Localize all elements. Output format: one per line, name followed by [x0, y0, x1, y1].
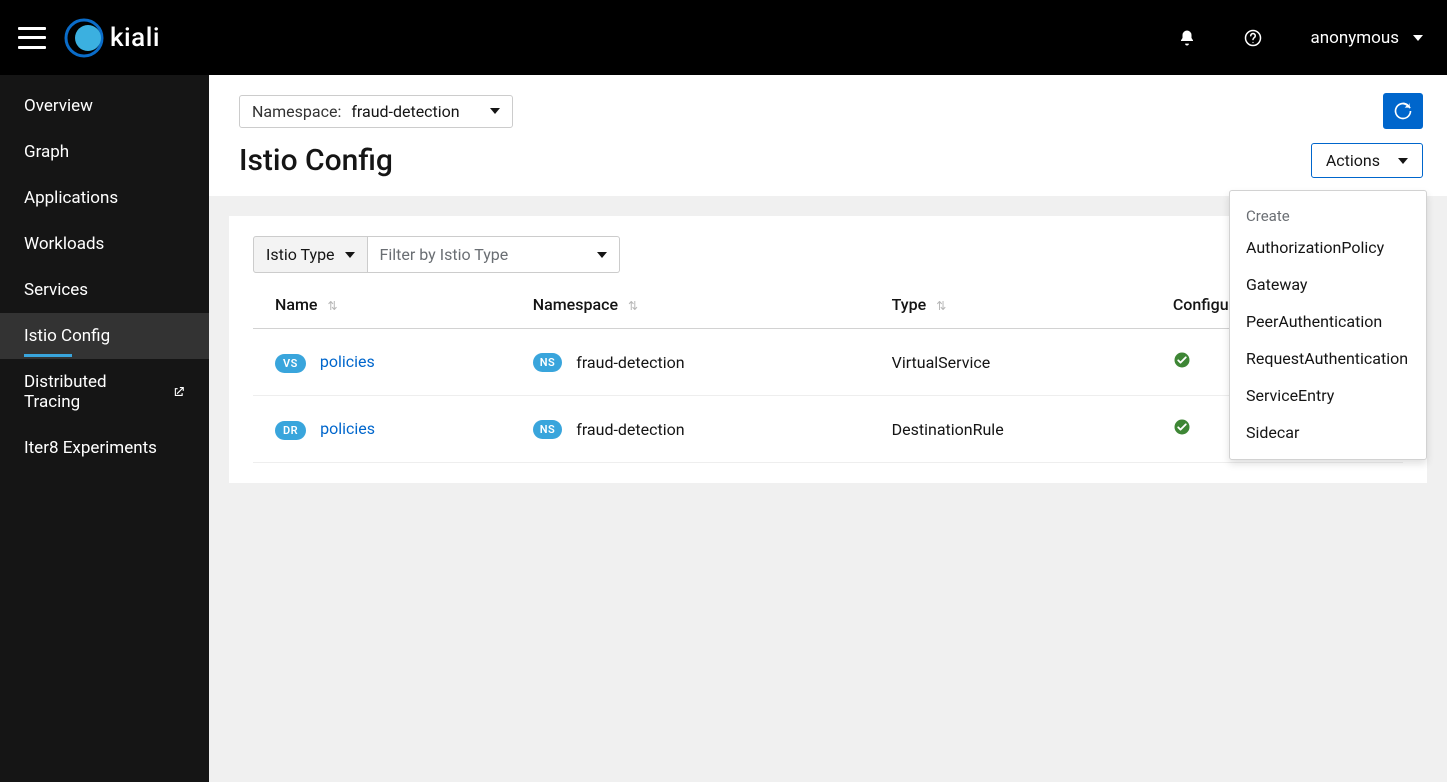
namespace-value: fraud-detection [576, 353, 684, 372]
sidebar-item-overview[interactable]: Overview [0, 83, 209, 129]
user-menu[interactable]: anonymous [1310, 28, 1423, 48]
action-create-serviceentry[interactable]: ServiceEntry [1230, 377, 1426, 414]
actions-button[interactable]: Actions [1311, 143, 1423, 178]
external-link-icon [172, 385, 186, 399]
config-name-link[interactable]: policies [320, 352, 375, 371]
brand-name: kiali [110, 23, 160, 53]
sidebar-item-workloads[interactable]: Workloads [0, 221, 209, 267]
sidebar-item-label: Distributed Tracing [24, 372, 162, 412]
actions-dropdown: Create AuthorizationPolicy Gateway PeerA… [1229, 190, 1427, 460]
sidebar-item-istio-config[interactable]: Istio Config [0, 313, 209, 359]
sidebar-item-label: Graph [24, 142, 69, 162]
actions-button-label: Actions [1326, 151, 1380, 170]
caret-down-icon [1413, 35, 1423, 41]
action-create-gateway[interactable]: Gateway [1230, 266, 1426, 303]
config-name-link[interactable]: policies [320, 419, 375, 438]
column-header-label: Type [892, 295, 927, 314]
page-header: Namespace: fraud-detection Istio Config … [209, 75, 1447, 196]
column-header-label: Namespace [533, 295, 618, 314]
main-content: Namespace: fraud-detection Istio Config … [209, 75, 1447, 782]
filter-label-text: Istio Type [266, 245, 335, 264]
sidebar-item-distributed-tracing[interactable]: Distributed Tracing [0, 359, 209, 425]
caret-down-icon [597, 252, 607, 258]
refresh-icon [1393, 101, 1413, 121]
column-header-namespace[interactable]: Namespace ⇅ [511, 281, 870, 329]
namespace-badge: NS [533, 353, 563, 372]
namespace-selector-value: fraud-detection [351, 102, 459, 121]
help-icon[interactable] [1244, 29, 1262, 47]
action-create-sidecar[interactable]: Sidecar [1230, 414, 1426, 451]
notifications-icon[interactable] [1178, 29, 1196, 47]
column-header-type[interactable]: Type ⇅ [870, 281, 1151, 329]
column-header-label: Name [275, 295, 317, 314]
topbar: kiali anonymous [0, 0, 1447, 75]
namespace-selector-label: Namespace: [252, 102, 341, 121]
sidebar-item-services[interactable]: Services [0, 267, 209, 313]
type-badge: VS [275, 354, 306, 373]
filter-placeholder: Filter by Istio Type [380, 245, 509, 264]
type-value: VirtualService [892, 353, 991, 372]
sidebar-item-iter8[interactable]: Iter8 Experiments [0, 425, 209, 471]
filter-type-label[interactable]: Istio Type [253, 236, 368, 273]
sidebar: Overview Graph Applications Workloads Se… [0, 75, 209, 782]
action-create-peerauthentication[interactable]: PeerAuthentication [1230, 303, 1426, 340]
caret-down-icon [345, 252, 355, 258]
brand-logo[interactable]: kiali [64, 18, 160, 58]
action-create-authorizationpolicy[interactable]: AuthorizationPolicy [1230, 229, 1426, 266]
sidebar-item-graph[interactable]: Graph [0, 129, 209, 175]
kiali-logo-icon [64, 18, 104, 58]
check-circle-icon [1173, 418, 1191, 436]
sidebar-item-applications[interactable]: Applications [0, 175, 209, 221]
sidebar-item-label: Iter8 Experiments [24, 438, 157, 458]
filter-value-select[interactable]: Filter by Istio Type [368, 236, 620, 273]
sort-icon: ⇅ [936, 299, 946, 313]
namespace-selector[interactable]: Namespace: fraud-detection [239, 95, 513, 128]
column-header-name[interactable]: Name ⇅ [253, 281, 511, 329]
caret-down-icon [1398, 158, 1408, 164]
sidebar-item-label: Istio Config [24, 326, 110, 346]
sidebar-item-label: Workloads [24, 234, 104, 254]
sort-icon: ⇅ [628, 299, 638, 313]
sidebar-item-label: Overview [24, 96, 93, 116]
caret-down-icon [490, 108, 500, 114]
sidebar-item-label: Applications [24, 188, 118, 208]
action-create-requestauthentication[interactable]: RequestAuthentication [1230, 340, 1426, 377]
page-title: Istio Config [239, 143, 393, 178]
refresh-button[interactable] [1383, 93, 1423, 129]
menu-toggle-button[interactable] [18, 27, 46, 49]
type-value: DestinationRule [892, 420, 1004, 439]
user-name: anonymous [1310, 28, 1399, 48]
sidebar-item-label: Services [24, 280, 88, 300]
actions-dropdown-section-label: Create [1230, 199, 1426, 229]
type-badge: DR [275, 421, 306, 440]
namespace-value: fraud-detection [576, 420, 684, 439]
check-circle-icon [1173, 351, 1191, 369]
sort-icon: ⇅ [327, 299, 337, 313]
namespace-badge: NS [533, 420, 563, 439]
